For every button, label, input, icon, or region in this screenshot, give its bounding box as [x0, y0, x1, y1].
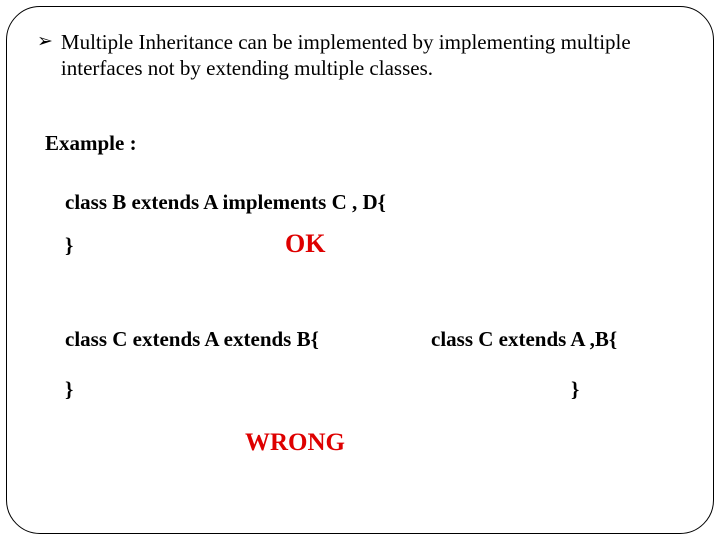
bullet-item: ➢ Multiple Inheritance can be implemente…: [37, 29, 689, 81]
close-brace-2: }: [65, 377, 73, 402]
wrong-declarations-row: class C extends A extends B{ class C ext…: [31, 327, 689, 357]
code-declaration-ok: class B extends A implements C , D{: [65, 190, 689, 215]
example-heading: Example :: [45, 131, 689, 156]
close-brace-1: }: [65, 233, 73, 258]
bullet-text: Multiple Inheritance can be implemented …: [61, 29, 689, 81]
wrong-label: WRONG: [245, 429, 689, 457]
code-declaration-wrong-left: class C extends A extends B{: [65, 327, 319, 352]
code-declaration-wrong-right: class C extends A ,B{: [431, 327, 617, 352]
wrong-closebraces-row: } }: [31, 377, 689, 407]
ok-label: OK: [285, 229, 325, 259]
slide-frame: ➢ Multiple Inheritance can be implemente…: [6, 6, 714, 534]
bullet-symbol: ➢: [37, 30, 53, 54]
row-ok: } OK: [31, 233, 689, 267]
close-brace-3: }: [571, 377, 579, 402]
